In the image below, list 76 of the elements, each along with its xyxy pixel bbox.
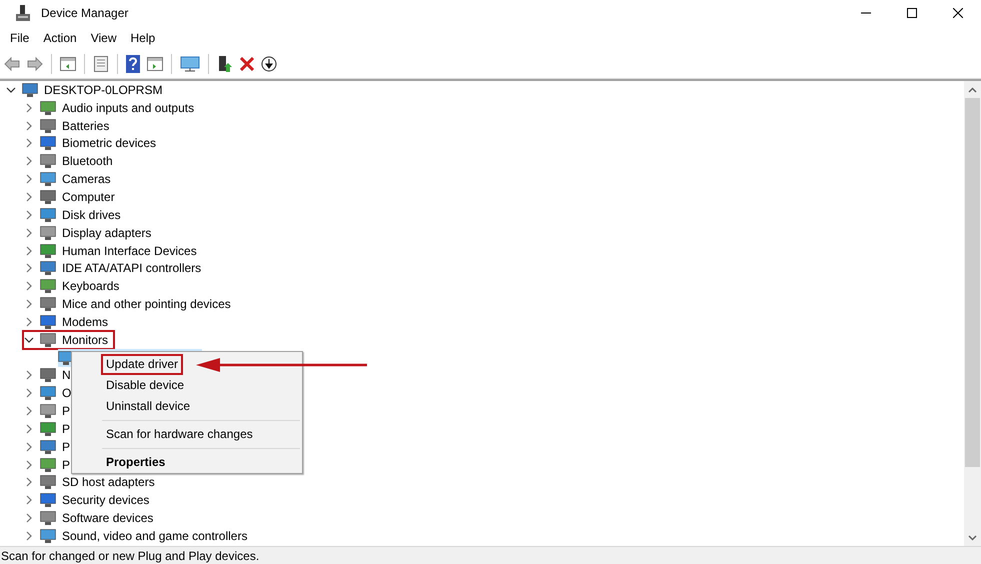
device-icon — [40, 529, 56, 544]
tree-item[interactable]: Human Interface Devices — [40, 242, 199, 260]
window-title: Device Manager — [41, 6, 128, 20]
menu-item[interactable]: View — [84, 29, 122, 47]
device-icon — [40, 190, 56, 204]
scroll-down-icon[interactable] — [968, 535, 977, 541]
forward-button[interactable] — [25, 55, 45, 73]
device-icon — [40, 118, 56, 133]
menu-item[interactable]: Help — [124, 29, 162, 47]
tree-item[interactable]: Software devices — [40, 509, 156, 528]
tree-item[interactable]: Sound, video and game controllers — [40, 527, 250, 545]
device-icon — [40, 332, 56, 347]
tree-item[interactable]: Biometric devices — [40, 134, 158, 152]
device-icon — [40, 386, 56, 400]
tree-item[interactable]: DESKTOP-0LOPRSM — [22, 81, 164, 99]
device-icon — [22, 82, 38, 97]
console-tree-button[interactable] — [58, 55, 78, 73]
menu-option[interactable]: Scan for hardware changes — [101, 424, 258, 445]
uninstall-button[interactable] — [238, 55, 256, 73]
menu-item[interactable]: File — [4, 29, 36, 47]
device-icon — [40, 368, 56, 382]
menu-item[interactable]: Action — [37, 29, 83, 47]
monitor-button[interactable] — [178, 54, 202, 74]
menu-option[interactable]: Uninstall device — [101, 396, 196, 417]
device-icon — [40, 226, 56, 240]
tree-item[interactable]: Computer — [40, 188, 117, 206]
help-button[interactable] — [124, 53, 142, 75]
device-icon — [40, 136, 56, 150]
device-icon — [40, 154, 56, 168]
device-icon — [40, 279, 56, 294]
device-icon — [40, 208, 56, 222]
tree-item[interactable]: P — [40, 402, 72, 420]
menu-option[interactable]: Properties — [101, 452, 170, 473]
device-icon — [40, 422, 56, 436]
tree-item[interactable]: SD host adapters — [40, 474, 157, 492]
download-button[interactable] — [259, 54, 279, 74]
close-icon — [953, 8, 963, 18]
tree-item[interactable]: Security devices — [40, 491, 152, 510]
device-icon — [40, 493, 56, 508]
device-icon — [40, 261, 56, 276]
action-pane-button[interactable] — [145, 55, 165, 73]
tree-item[interactable]: Batteries — [40, 116, 112, 135]
device-icon — [40, 511, 56, 526]
device-icon — [40, 404, 56, 418]
tree-item[interactable]: Keyboards — [40, 277, 122, 296]
maximize-icon — [907, 8, 917, 18]
device-icon — [40, 314, 56, 329]
tree-item[interactable]: Display adapters — [40, 224, 154, 242]
device-icon — [40, 458, 56, 472]
tree-item[interactable]: Cameras — [40, 170, 113, 188]
device-icon — [40, 100, 56, 115]
scrollbar[interactable] — [964, 81, 981, 546]
status-text: Scan for changed or new Plug and Play devices. — [1, 548, 260, 562]
tree-item[interactable]: Audio inputs and outputs — [40, 98, 196, 117]
device-icon — [40, 244, 56, 258]
tree-item[interactable]: P — [40, 420, 72, 438]
tree-item[interactable]: N — [40, 366, 73, 384]
tree-item[interactable]: IDE ATA/ATAPI controllers — [40, 259, 204, 278]
app-icon — [16, 5, 30, 21]
device-icon — [40, 172, 56, 186]
tree-item[interactable]: Monitors — [40, 330, 110, 349]
scroll-up-icon[interactable] — [968, 87, 977, 93]
tree-item[interactable]: Mice and other pointing devices — [40, 295, 233, 313]
tree-item[interactable]: Modems — [40, 312, 110, 331]
tree-item[interactable]: O — [40, 384, 74, 402]
tree-item[interactable]: P — [40, 438, 72, 456]
back-button[interactable] — [2, 55, 22, 73]
device-icon — [40, 297, 56, 312]
menu-option[interactable]: Update driver — [101, 354, 184, 375]
tree-item[interactable]: P — [40, 456, 72, 474]
menu-option[interactable]: Disable device — [101, 375, 190, 396]
tree-item[interactable]: Bluetooth — [40, 152, 115, 170]
tree-item[interactable]: Disk drives — [40, 206, 123, 224]
device-icon — [40, 440, 56, 454]
properties-button[interactable] — [91, 54, 111, 74]
device-icon — [40, 475, 56, 490]
